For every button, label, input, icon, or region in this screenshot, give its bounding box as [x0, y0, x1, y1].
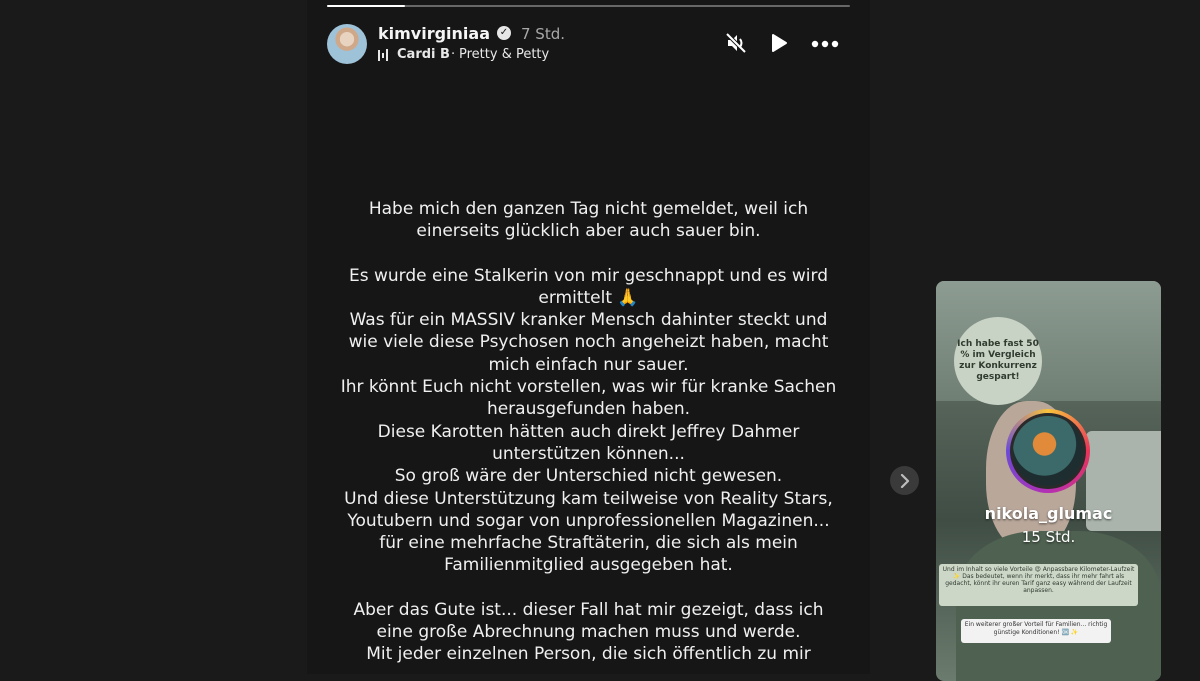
- caption-line: eine große Abrechnung machen muss und we…: [376, 622, 801, 643]
- preview-textbox: Ein weiterer großer Vorteil für Familien…: [961, 619, 1111, 643]
- caption-line: Es wurde eine Stalkerin von mir geschnap…: [349, 265, 828, 286]
- play-icon[interactable]: [769, 33, 789, 53]
- story-progress-bar: [327, 5, 850, 7]
- caption-line: Familienmitglied ausgegeben hat.: [444, 555, 733, 576]
- caption-line: Mit jeder einzelnen Person, die sich öff…: [366, 644, 811, 665]
- preview-textbox: Und im Inhalt so viele Vorteile 😍 Anpass…: [939, 564, 1138, 606]
- next-story-username[interactable]: nikola_glumac: [936, 504, 1161, 523]
- caption-line: Ihr könnt Euch nicht vorstellen, was wir…: [340, 377, 837, 398]
- caption-line: So groß wäre der Unterschied nicht gewes…: [394, 466, 783, 487]
- caption-line: einerseits glücklich aber auch sauer bin…: [416, 221, 761, 242]
- chevron-right-icon: [900, 473, 909, 488]
- caption-line: Habe mich den ganzen Tag nicht gemeldet,…: [368, 199, 809, 219]
- more-icon[interactable]: [811, 40, 839, 48]
- music-separator: ·: [451, 47, 456, 62]
- caption-line: Aber das Gute ist... dieser Fall hat mir…: [353, 599, 824, 620]
- caption-line: Und diese Unterstützung kam teilweise vo…: [344, 488, 833, 509]
- preview-shirt: [956, 531, 1161, 681]
- story-header: kimvirginiaa ✓ 7 Std. Cardi B · Pretty &…: [327, 22, 850, 66]
- verified-icon: ✓: [497, 26, 511, 40]
- next-story-timestamp: 15 Std.: [1021, 528, 1076, 546]
- caption-line: Diese Karotten hätten auch direkt Jeffre…: [377, 421, 800, 442]
- story-viewer: kimvirginiaa ✓ 7 Std. Cardi B · Pretty &…: [307, 0, 870, 674]
- caption-line: unterstützen können...: [492, 443, 685, 464]
- caption-line: Was für ein MASSIV kranker Mensch dahint…: [349, 310, 828, 331]
- music-song-title[interactable]: Pretty & Petty: [459, 47, 549, 62]
- story-caption: Habe mich den ganzen Tag nicht gemeldet,…: [327, 198, 850, 666]
- preview-sticker-text: Ich habe fast 50 % im Vergleich zur Konk…: [957, 339, 1039, 382]
- caption-line: herausgefunden haben.: [486, 399, 691, 420]
- caption-line: mich einfach nur sauer.: [488, 354, 689, 375]
- story-progress-fill: [327, 5, 406, 7]
- music-artist[interactable]: Cardi B: [397, 47, 450, 62]
- ring-inner: [1010, 413, 1086, 489]
- speaker-muted-icon[interactable]: [725, 32, 747, 54]
- avatar[interactable]: [327, 24, 367, 64]
- preview-sticker: Ich habe fast 50 % im Vergleich zur Konk…: [954, 317, 1042, 405]
- story-timestamp: 7 Std.: [521, 25, 566, 43]
- story-username[interactable]: kimvirginiaa: [378, 24, 490, 43]
- music-bars-icon: [378, 49, 388, 61]
- caption-line: Youtubern und sogar von unprofessionelle…: [347, 510, 830, 531]
- next-story-button[interactable]: [890, 466, 919, 495]
- caption-line: wie viele diese Psychosen noch angeheizt…: [348, 332, 829, 353]
- caption-line: für eine mehrfache Straftäterin, die sic…: [379, 533, 798, 554]
- next-story-avatar-ring[interactable]: [1006, 409, 1090, 493]
- caption-line: ermittelt 🙏: [538, 287, 639, 308]
- avatar: [1013, 416, 1083, 486]
